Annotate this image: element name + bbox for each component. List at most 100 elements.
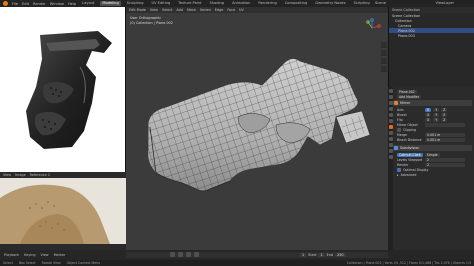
axis-y-toggle[interactable]: Y: [433, 107, 440, 112]
timeline-track[interactable]: [126, 252, 388, 258]
viewport-menu-view[interactable]: View: [150, 8, 158, 12]
viewport-menu-edge[interactable]: Edge: [215, 8, 224, 12]
catmull-clark-button[interactable]: Catmull-Clark: [397, 152, 423, 157]
subdivision-modifier-name[interactable]: Subdivision: [400, 146, 419, 150]
bisect-x-toggle[interactable]: X: [425, 112, 432, 117]
flip-z-toggle[interactable]: Z: [441, 117, 448, 122]
tab-layout[interactable]: Layout: [80, 1, 96, 6]
current-frame-field[interactable]: 1: [300, 253, 307, 257]
playback-controls: [170, 252, 199, 257]
tab-shading[interactable]: Shading: [207, 1, 226, 6]
object-name-field[interactable]: Plane.002: [397, 89, 417, 94]
flip-x-toggle[interactable]: X: [425, 117, 432, 122]
tab-compositing[interactable]: Compositing: [283, 1, 310, 6]
menu-render[interactable]: Render: [33, 2, 46, 6]
properties-panel: Plane.002 Add Modifier Mirror Axis X Y Z…: [388, 87, 474, 250]
viewlayer-label[interactable]: ViewLayer: [435, 1, 454, 5]
constraints-tab-icon[interactable]: [388, 143, 393, 147]
tab-scripting[interactable]: Scripting: [352, 1, 372, 6]
status-box-select: Box Select: [18, 261, 36, 265]
material-tab-icon[interactable]: [388, 155, 393, 159]
tab-rendering[interactable]: Rendering: [256, 1, 278, 6]
menu-edit[interactable]: Edit: [22, 2, 29, 6]
viewport-menu-add[interactable]: Add: [176, 8, 183, 12]
status-context-menu: Object Context Menu: [66, 261, 101, 265]
ref-image-menu[interactable]: Image: [15, 173, 26, 177]
axis-x-toggle[interactable]: X: [425, 107, 432, 112]
status-select: Select: [3, 261, 13, 265]
viewport-menu-mesh[interactable]: Mesh: [187, 8, 196, 12]
world-tab-icon[interactable]: [388, 113, 393, 117]
viewport-menu-select[interactable]: Select: [162, 8, 172, 12]
output-tab-icon[interactable]: [388, 101, 393, 105]
advanced-row[interactable]: ▸ Advanced: [389, 172, 474, 177]
tab-uv-editing[interactable]: UV Editing: [150, 1, 173, 6]
mirror-modifier-name[interactable]: Mirror: [400, 101, 410, 105]
mirror-modifier-icon: [394, 101, 398, 105]
axis-z-toggle[interactable]: Z: [441, 107, 448, 112]
flip-y-toggle[interactable]: Y: [433, 117, 440, 122]
render-levels-field[interactable]: 2: [425, 162, 465, 167]
simple-button[interactable]: Simple: [424, 152, 440, 157]
reference-image-panel-bottom[interactable]: [0, 178, 126, 244]
bisect-z-toggle[interactable]: Z: [441, 112, 448, 117]
mirror-object-field[interactable]: [425, 122, 465, 127]
tab-modeling[interactable]: Modeling: [100, 1, 121, 6]
ref-image-name[interactable]: Reference 2: [30, 173, 50, 177]
viewport-menu-vertex[interactable]: Vertex: [200, 8, 211, 12]
timeline-marker-menu[interactable]: Marker: [54, 253, 66, 257]
navigation-gizmo[interactable]: X Y Z: [362, 18, 382, 38]
viewport-menu-uv[interactable]: UV: [239, 8, 244, 12]
levels-viewport-field[interactable]: 2: [425, 157, 465, 162]
mode-selector[interactable]: Edit Mode: [129, 8, 146, 12]
tool-tab-icon[interactable]: [388, 89, 393, 93]
tab-sculpting[interactable]: Sculpting: [125, 1, 146, 6]
end-frame-field[interactable]: 250: [335, 253, 346, 257]
menu-help[interactable]: Help: [68, 2, 76, 6]
bisect-distance-field[interactable]: 0.001 m: [425, 137, 465, 142]
status-rotate-view: Rotate View: [41, 261, 61, 265]
clipping-checkbox[interactable]: [397, 127, 401, 132]
menu-file[interactable]: File: [12, 2, 18, 6]
particles-tab-icon[interactable]: [388, 131, 393, 135]
reference-image-panel-top[interactable]: [0, 7, 126, 172]
viewport-nav-buttons: [381, 42, 387, 72]
tab-animation[interactable]: Animation: [230, 1, 252, 6]
add-modifier-button[interactable]: Add Modifier: [397, 94, 422, 99]
ref-view-menu[interactable]: View: [3, 173, 11, 177]
play-icon[interactable]: [186, 252, 191, 257]
mesh-model[interactable]: [126, 13, 388, 250]
timeline-view-menu[interactable]: View: [41, 253, 49, 257]
bisect-y-toggle[interactable]: Y: [433, 112, 440, 117]
play-reverse-icon[interactable]: [178, 252, 183, 257]
start-frame-field[interactable]: 1: [318, 253, 325, 257]
render-tab-icon[interactable]: [388, 95, 393, 99]
camera-icon[interactable]: [381, 58, 387, 64]
scene-tab-icon[interactable]: [388, 107, 393, 111]
menu-window[interactable]: Window: [50, 2, 64, 6]
blender-logo-icon[interactable]: [3, 1, 8, 6]
grid-icon[interactable]: [381, 66, 387, 72]
viewport-menu-face[interactable]: Face: [227, 8, 235, 12]
object-tab-icon[interactable]: [388, 119, 393, 123]
modifier-wrench-icon[interactable]: [388, 125, 393, 129]
timeline-playback-menu[interactable]: Playback: [4, 253, 19, 257]
zoom-icon[interactable]: [381, 42, 387, 48]
subdivision-modifier-icon: [394, 146, 398, 150]
pan-hand-icon[interactable]: [381, 50, 387, 56]
tab-texture-paint[interactable]: Texture Paint: [176, 1, 203, 6]
optimal-display-checkbox[interactable]: [397, 167, 401, 172]
merge-distance-field[interactable]: 0.001 m: [425, 132, 465, 137]
tan-grip-reference-photo: [0, 178, 126, 244]
data-tab-icon[interactable]: [388, 149, 393, 153]
tab-geometry-nodes[interactable]: Geometry Nodes: [313, 1, 347, 6]
outliner-row[interactable]: Plane.003: [389, 33, 474, 38]
jump-end-icon[interactable]: [194, 252, 199, 257]
jump-start-icon[interactable]: [170, 252, 175, 257]
physics-tab-icon[interactable]: [388, 137, 393, 141]
scene-label[interactable]: Scene: [375, 1, 386, 5]
scene-statistics: Collection | Plane.002 | Verts 0/1,512 |…: [346, 261, 471, 265]
subdivision-modifier-header[interactable]: Subdivision: [391, 145, 472, 151]
timeline-keying-menu[interactable]: Keying: [24, 253, 35, 257]
mirror-modifier-header[interactable]: Mirror: [391, 100, 472, 106]
